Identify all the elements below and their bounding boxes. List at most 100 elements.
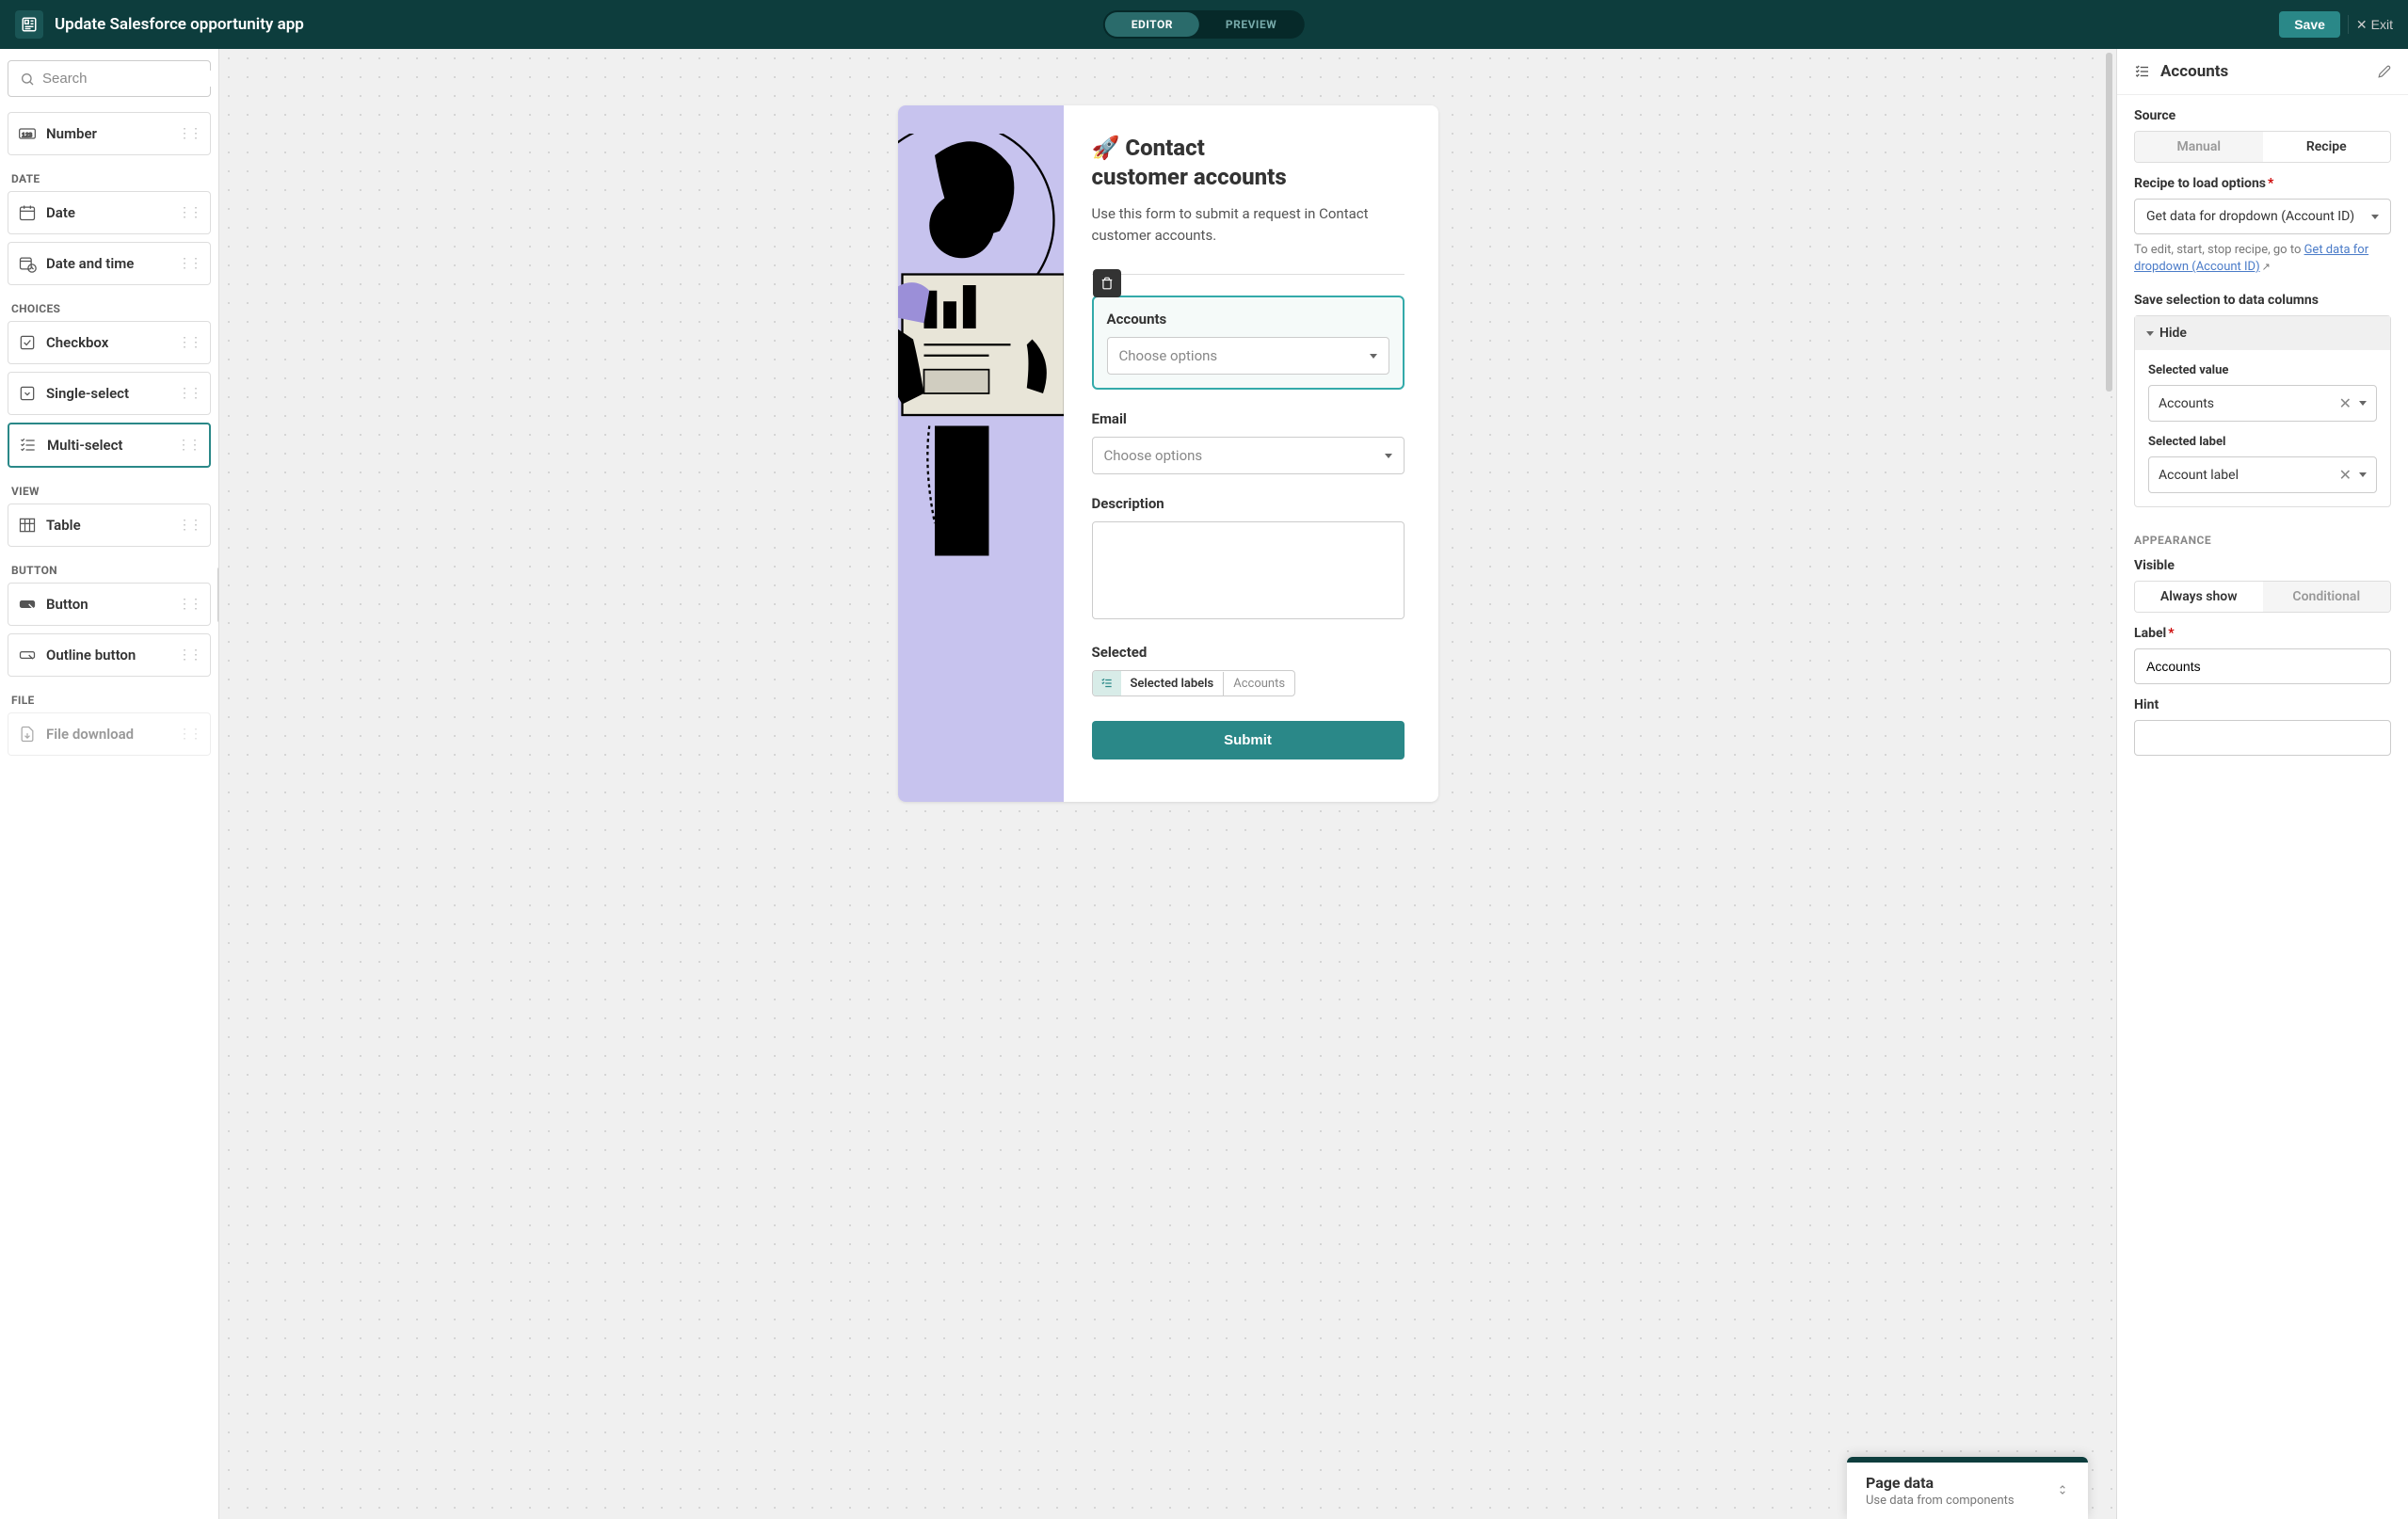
- appearance-separator: APPEARANCE: [2117, 520, 2408, 552]
- source-label: Source: [2134, 108, 2391, 123]
- hint-label: Hint: [2134, 697, 2391, 712]
- chevron-down-icon: [2371, 215, 2379, 219]
- field-selected: Selected Selected labels Accounts: [1092, 644, 1405, 696]
- hint-section: Hint: [2117, 697, 2408, 769]
- appearance-label: APPEARANCE: [2134, 534, 2391, 547]
- chevron-down-icon: [2359, 401, 2367, 406]
- component-label: Number: [46, 125, 169, 142]
- accounts-select[interactable]: Choose options: [1107, 337, 1389, 375]
- page-data-popup[interactable]: Page data Use data from components: [1847, 1457, 2088, 1519]
- title-line1: 🚀 Contact: [1092, 135, 1205, 161]
- source-recipe[interactable]: Recipe: [2263, 132, 2391, 162]
- app-header: Update Salesforce opportunity app EDITOR…: [0, 0, 2408, 49]
- pill-row[interactable]: Selected labels Accounts: [1092, 670, 1296, 696]
- search-box[interactable]: [8, 60, 211, 97]
- component-datetime[interactable]: Date and time ⋮⋮: [8, 242, 211, 285]
- calendar-icon: [18, 203, 37, 222]
- popup-title: Page data: [1866, 1474, 2015, 1492]
- selected-label-input[interactable]: Account label ✕: [2148, 456, 2377, 493]
- tab-preview[interactable]: PREVIEW: [1199, 12, 1303, 37]
- component-label: Checkbox: [46, 334, 169, 351]
- tab-editor[interactable]: EDITOR: [1105, 12, 1199, 37]
- component-label: File download: [46, 726, 169, 743]
- save-columns-section: Save selection to data columns Hide Sele…: [2117, 289, 2408, 520]
- table-icon: [18, 516, 37, 535]
- source-manual[interactable]: Manual: [2135, 132, 2263, 162]
- divider: [1092, 274, 1405, 275]
- drag-handle-icon: ⋮⋮: [178, 518, 201, 533]
- label-input[interactable]: [2134, 648, 2391, 684]
- visible-label: Visible: [2134, 558, 2391, 573]
- category-date: DATE: [8, 163, 211, 191]
- clear-icon[interactable]: ✕: [2339, 394, 2352, 412]
- submit-button[interactable]: Submit: [1092, 721, 1405, 760]
- category-file: FILE: [8, 684, 211, 712]
- exit-button[interactable]: ✕ Exit: [2356, 17, 2393, 33]
- save-button[interactable]: Save: [2279, 11, 2340, 38]
- component-file-download[interactable]: File download ⋮⋮: [8, 712, 211, 756]
- component-date[interactable]: Date ⋮⋮: [8, 191, 211, 234]
- selected-label-label: Selected label: [2148, 435, 2377, 449]
- chevron-down-icon: [1370, 354, 1377, 359]
- delete-button[interactable]: [1093, 269, 1121, 297]
- mode-switcher: EDITOR PREVIEW: [1103, 10, 1305, 39]
- multi-select-icon: [19, 436, 38, 455]
- hide-body: Selected value Accounts ✕ Selected label…: [2135, 350, 2390, 506]
- search-input[interactable]: [42, 71, 219, 87]
- recipe-select[interactable]: Get data for dropdown (Account ID): [2134, 199, 2391, 234]
- placeholder: Choose options: [1104, 447, 1203, 464]
- visible-section: Visible Always show Conditional: [2117, 552, 2408, 626]
- form-subtitle: Use this form to submit a request in Con…: [1092, 203, 1405, 246]
- panel-title: Accounts: [2160, 62, 2368, 81]
- form-card: 🚀 Contact customer accounts Use this for…: [898, 105, 1438, 802]
- pill-primary: Selected labels: [1121, 672, 1225, 696]
- canvas-scrollbar[interactable]: [2106, 53, 2112, 392]
- selected-value: Accounts: [2159, 396, 2332, 411]
- category-button: BUTTON: [8, 554, 211, 583]
- email-select[interactable]: Choose options: [1092, 437, 1405, 474]
- pencil-icon[interactable]: [2378, 65, 2391, 78]
- source-segmented: Manual Recipe: [2134, 131, 2391, 163]
- component-outline-button[interactable]: Outline button ⋮⋮: [8, 633, 211, 677]
- component-number[interactable]: 123 Number ⋮⋮: [8, 112, 211, 155]
- component-label: Outline button: [46, 647, 169, 664]
- form-title: 🚀 Contact customer accounts: [1092, 134, 1405, 192]
- app-icon: [15, 10, 43, 39]
- search-icon: [20, 72, 35, 87]
- description-textarea[interactable]: [1092, 521, 1405, 619]
- visible-always[interactable]: Always show: [2135, 582, 2263, 612]
- trash-icon: [1100, 277, 1114, 290]
- single-select-icon: [18, 384, 37, 403]
- component-button[interactable]: Button ⋮⋮: [8, 583, 211, 626]
- canvas[interactable]: 🚀 Contact customer accounts Use this for…: [219, 49, 2116, 1519]
- field-email[interactable]: Email Choose options: [1092, 410, 1405, 474]
- svg-text:123: 123: [22, 132, 32, 138]
- component-table[interactable]: Table ⋮⋮: [8, 504, 211, 547]
- component-single-select[interactable]: Single-select ⋮⋮: [8, 372, 211, 415]
- label-section: Label*: [2117, 626, 2408, 697]
- component-checkbox[interactable]: Checkbox ⋮⋮: [8, 321, 211, 364]
- exit-label: Exit: [2371, 17, 2393, 32]
- clear-icon[interactable]: ✕: [2339, 466, 2352, 484]
- expand-icon[interactable]: [2056, 1482, 2069, 1500]
- selected-value-input[interactable]: Accounts ✕: [2148, 385, 2377, 422]
- drag-handle-icon: ⋮⋮: [177, 438, 200, 453]
- close-icon: ✕: [2356, 17, 2368, 33]
- field-description[interactable]: Description: [1092, 495, 1405, 623]
- form-illustration: [898, 105, 1064, 802]
- source-section: Source Manual Recipe: [2117, 95, 2408, 176]
- drag-handle-icon: ⋮⋮: [178, 256, 201, 271]
- outline-button-icon: [18, 646, 37, 664]
- properties-panel: Accounts Source Manual Recipe Recipe to …: [2116, 49, 2408, 1519]
- button-icon: [18, 595, 37, 614]
- person-illustration: [898, 134, 1064, 567]
- number-icon: 123: [18, 124, 37, 143]
- hide-toggle[interactable]: Hide: [2135, 316, 2390, 350]
- visible-conditional[interactable]: Conditional: [2263, 582, 2391, 612]
- hide-label: Hide: [2159, 326, 2187, 341]
- header-left: Update Salesforce opportunity app: [15, 10, 304, 39]
- hint-input[interactable]: [2134, 720, 2391, 756]
- field-accounts[interactable]: Accounts Choose options: [1092, 296, 1405, 390]
- drag-handle-icon: ⋮⋮: [178, 648, 201, 663]
- component-multi-select[interactable]: Multi-select ⋮⋮: [8, 423, 211, 468]
